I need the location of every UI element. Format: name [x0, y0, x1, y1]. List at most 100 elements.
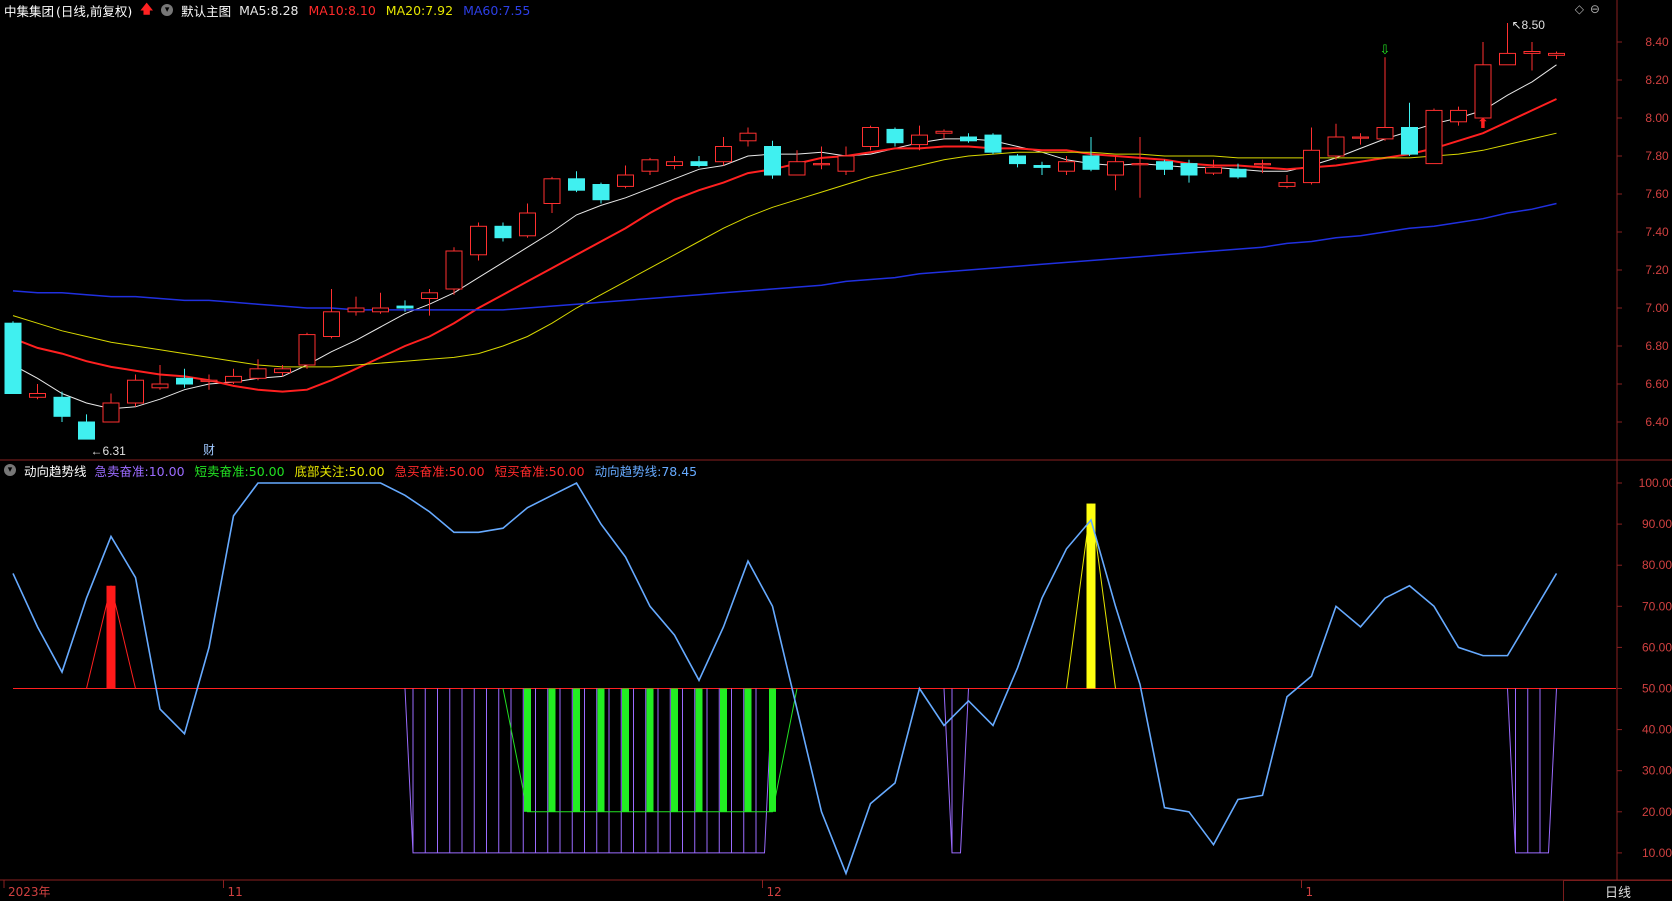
candle [127, 374, 144, 407]
candle-body [935, 130, 953, 134]
candle-body [102, 402, 120, 423]
candle-body [1401, 127, 1418, 155]
candle-body [1205, 166, 1222, 174]
ma-legend-item-label: MA60: [463, 2, 503, 18]
short-sell-bar [646, 688, 654, 812]
candle [1058, 156, 1075, 175]
indicator-name[interactable]: 动向趋势线 [24, 461, 87, 480]
candle-body [1033, 165, 1051, 168]
short-sell-bar [720, 688, 727, 812]
candle-body [249, 368, 267, 379]
candle-body [396, 305, 414, 309]
candlesticks [4, 23, 1565, 440]
candle [1327, 123, 1345, 160]
candle-body [4, 322, 22, 395]
main-chart-header: 中集集团 (日线,前复权) 🡅 ▾ 默认主图 MA5: 8.28 MA10: 8.… [4, 0, 540, 20]
candle [543, 176, 561, 213]
sell-zone-outline [404, 688, 773, 854]
ma-legend-item-0: MA5: 8.28 [239, 3, 298, 18]
candle-body [445, 250, 463, 290]
price-tick-label: 7.60 [1645, 187, 1669, 201]
price-tick-label: 8.20 [1645, 73, 1669, 87]
candle-body [519, 212, 536, 237]
short-sell-bar [671, 688, 678, 812]
indicator-param-value: 50.00 [348, 463, 385, 479]
template-name[interactable]: 默认主图 [181, 1, 231, 20]
candle [1303, 127, 1320, 185]
candle [641, 157, 659, 175]
candle-body [225, 375, 242, 383]
financial-report-marker: 财 [203, 443, 215, 457]
candle-body [1425, 109, 1443, 165]
candle-body [200, 379, 218, 382]
indicator-param-value: 10.00 [148, 463, 185, 479]
price-tick-label: 6.40 [1645, 415, 1669, 429]
chart-canvas[interactable]: 8.40 8.20 8.00 7.80 7.60 7.40 7.20 7.00 6.80 6.60… [0, 0, 1672, 901]
ma-legend-item-label: MA10: [308, 2, 348, 18]
template-dropdown-icon[interactable]: ▾ [161, 4, 174, 16]
short-sell-bar [622, 688, 629, 812]
short-sell-bar [695, 688, 703, 812]
stock-chart-window[interactable]: 8.40 8.20 8.00 7.80 7.60 7.40 7.20 7.00 6.80 6.60… [0, 0, 1672, 901]
candle-body [151, 383, 169, 389]
candle [568, 171, 585, 193]
candle [960, 133, 977, 143]
indicator-tick-label: 100.00 [1639, 476, 1672, 490]
candle-body [813, 163, 830, 166]
candle [176, 368, 193, 388]
candle-body [568, 178, 585, 191]
window-icons[interactable]: ◇⊖ [1575, 2, 1606, 16]
stock-name[interactable]: 中集集团 [4, 1, 54, 20]
candle-body [543, 178, 561, 205]
price-tick-label: 7.20 [1645, 263, 1669, 277]
candle [494, 222, 512, 242]
quick-buy-bar [106, 585, 116, 689]
candle-body [1058, 161, 1075, 172]
candle [1033, 161, 1051, 175]
indicator-tick-label: 50.00 [1642, 682, 1672, 696]
candle-body [127, 379, 144, 404]
indicator-tick-label: 20.00 [1642, 805, 1672, 819]
indicator-tick-label: 10.00 [1642, 846, 1672, 860]
candle-body [911, 134, 928, 146]
candle [984, 133, 1002, 155]
candle [347, 296, 365, 316]
ma-legend-item-3: MA60: 7.55 [463, 3, 530, 18]
candle [837, 146, 855, 175]
price-tick-label: 8.40 [1645, 35, 1669, 49]
time-label: 11 [228, 885, 243, 899]
candle-body [1009, 155, 1026, 165]
sell-zone-outline [1507, 688, 1557, 854]
candle-body [984, 134, 1002, 153]
candle-body [1327, 136, 1345, 157]
candle-body [1082, 155, 1100, 170]
candle-body [372, 307, 389, 313]
candle [372, 292, 389, 314]
high-price-marker: ↖8.50 [1512, 18, 1546, 32]
indicator-param-label: 动向趋势线: [594, 463, 662, 479]
ma-legend-item-value: 8.10 [347, 2, 376, 18]
trend-line [12, 481, 1558, 876]
candle [1523, 42, 1541, 71]
candle [764, 140, 781, 179]
indicator-param-value: 50.00 [448, 463, 485, 479]
candle [151, 365, 169, 390]
candle-body [1474, 64, 1492, 119]
candle-body [837, 155, 855, 172]
candle-body [1107, 161, 1124, 176]
indicator-param-value: 50.00 [548, 463, 585, 479]
candle-body [1499, 52, 1516, 66]
candle-body [176, 377, 193, 385]
indicator-param-value: 50.00 [248, 463, 285, 479]
ma-legend-item-value: 8.28 [270, 2, 299, 18]
candle [1352, 133, 1369, 145]
period-button[interactable]: 日线 [1563, 880, 1672, 901]
indicator-dropdown-icon[interactable]: ▾ [4, 464, 16, 476]
short-sell-bar [573, 688, 580, 812]
indicator-tick-label: 90.00 [1642, 517, 1672, 531]
indicator-header: ▾ 动向趋势线 急卖奋准: 10.00 短卖奋准: 50.00 底部关注: 50.0… [4, 460, 707, 480]
up-arrow-icon: 🡅 [140, 0, 154, 16]
ma-legend: MA5: 8.28 MA10: 8.10 MA20: 7.92 MA60: 7.55 [239, 3, 540, 18]
candle-body [960, 136, 977, 142]
ma-legend-item-value: 7.55 [502, 2, 531, 18]
